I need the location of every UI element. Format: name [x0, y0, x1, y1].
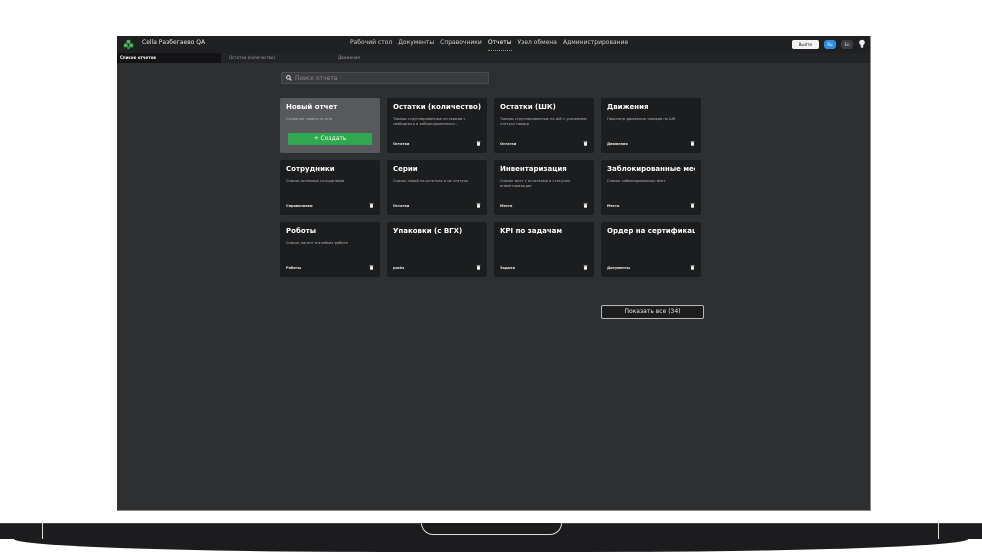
card-tag: Документы: [607, 265, 631, 270]
nav-item-reports[interactable]: Отчеты: [487, 39, 512, 51]
top-right-controls: Выйти Ru En: [791, 39, 866, 49]
card-title: Серии: [393, 165, 418, 173]
top-navigation-bar: Cella Разбегаево QA Рабочий стол Докумен…: [117, 36, 870, 53]
laptop-stage: Cella Разбегаево QA Рабочий стол Докумен…: [0, 0, 982, 552]
card-footer: Задачи: [500, 265, 588, 270]
card-title: KPI по задачам: [500, 227, 563, 235]
trash-icon[interactable]: [476, 203, 481, 208]
app-window: Cella Разбегаево QA Рабочий стол Докумен…: [117, 36, 871, 511]
tab-movements[interactable]: Движения: [335, 53, 395, 63]
card-tag: packs: [393, 265, 405, 270]
create-report-button[interactable]: + Создать: [288, 133, 372, 145]
card-footer: Справочники: [286, 203, 374, 208]
trash-icon[interactable]: [583, 203, 588, 208]
trash-icon[interactable]: [476, 141, 481, 146]
main-menu: Рабочий стол Документы Справочники Отчет…: [350, 39, 628, 51]
tab-stock-quantity[interactable]: Остатки (количество): [226, 53, 321, 63]
trash-icon[interactable]: [690, 141, 695, 146]
report-card[interactable]: Остатки (ШК) Товары сгруппированные по Ш…: [494, 98, 594, 153]
card-tag: Задачи: [500, 265, 515, 270]
report-card[interactable]: Серии Список серий на остатках и их стат…: [387, 160, 487, 215]
card-title: Заблокированные мест: [607, 165, 695, 173]
report-card[interactable]: Инвентаризация Список мест с остатками и…: [494, 160, 594, 215]
card-footer: Места: [500, 203, 588, 208]
card-description: Товары сгруппированные по сериям с свобо…: [393, 117, 466, 126]
nav-item-references[interactable]: Справочники: [440, 39, 482, 46]
report-tabs: Список отчетов Остатки (количество) Движ…: [117, 53, 870, 63]
laptop-base-lip: [14, 539, 968, 552]
card-description: Список активных сотрудников: [286, 179, 345, 183]
trash-icon[interactable]: [690, 203, 695, 208]
card-footer: Движения: [607, 141, 695, 146]
nav-item-exchange-node[interactable]: Узел обмена: [518, 39, 557, 46]
card-description: Список заблокированных мест: [607, 179, 666, 183]
report-cards-grid: Новый отчет Создание нового отчета + Соз…: [280, 98, 704, 277]
card-tag: Места: [500, 203, 513, 208]
card-tag: Остатки: [393, 203, 410, 208]
card-footer: Документы: [607, 265, 695, 270]
language-ru-button[interactable]: Ru: [824, 39, 836, 49]
card-tag: Места: [607, 203, 620, 208]
laptop-hinge-left: [42, 523, 43, 539]
report-card[interactable]: Остатки (количество) Товары сгруппирован…: [387, 98, 487, 153]
report-card[interactable]: Движения Просмотр движения товаров по ШК…: [601, 98, 701, 153]
new-report-card: Новый отчет Создание нового отчета + Соз…: [280, 98, 380, 153]
card-footer: Остатки: [393, 141, 481, 146]
card-footer: Места: [607, 203, 695, 208]
show-all-button[interactable]: Показать все (34): [601, 305, 704, 319]
laptop-hinge-right: [938, 523, 939, 539]
card-title: Инвентаризация: [500, 165, 567, 173]
report-card[interactable]: Сотрудники Список активных сотрудников С…: [280, 160, 380, 215]
logout-button[interactable]: Выйти: [791, 39, 819, 49]
report-card[interactable]: Ордер на сертификацию Документы: [601, 222, 701, 277]
language-en-button[interactable]: En: [841, 39, 853, 49]
cella-logo-icon: [123, 39, 134, 50]
lightbulb-icon[interactable]: [858, 39, 866, 49]
nav-item-administration[interactable]: Администрирование: [563, 39, 628, 46]
search-icon: [286, 75, 292, 81]
card-footer: Остатки: [500, 141, 588, 146]
card-tag: Справочники: [286, 203, 313, 208]
card-title: Сотрудники: [286, 165, 335, 173]
nav-item-documents[interactable]: Документы: [398, 39, 434, 46]
report-card[interactable]: Упаковки (с ВГХ) packs: [387, 222, 487, 277]
nav-item-desktop[interactable]: Рабочий стол: [350, 39, 392, 46]
card-tag: Роботы: [286, 265, 302, 270]
card-title: Новый отчет: [286, 103, 338, 111]
tab-report-list[interactable]: Список отчетов: [117, 53, 221, 63]
card-title: Упаковки (с ВГХ): [393, 227, 463, 235]
report-card[interactable]: Роботы Список нагент в ячейках роботе Ро…: [280, 222, 380, 277]
trash-icon[interactable]: [583, 141, 588, 146]
trash-icon[interactable]: [476, 265, 481, 270]
card-title: Роботы: [286, 227, 317, 235]
card-tag: Остатки: [500, 141, 517, 146]
card-description: Список нагент в ячейках роботе: [286, 241, 348, 245]
card-title: Ордер на сертификацию: [607, 227, 695, 235]
card-title: Остатки (ШК): [500, 103, 556, 111]
card-footer: packs: [393, 265, 481, 270]
trash-icon[interactable]: [583, 265, 588, 270]
card-description: Список мест с остатками и статусом инвен…: [500, 179, 570, 188]
card-description: Создание нового отчета: [286, 117, 333, 121]
card-title: Движения: [607, 103, 649, 111]
card-tag: Движения: [607, 141, 628, 146]
trash-icon[interactable]: [369, 265, 374, 270]
search-input[interactable]: [295, 74, 475, 82]
trash-icon[interactable]: [369, 203, 374, 208]
trash-icon[interactable]: [690, 265, 695, 270]
card-footer: Роботы: [286, 265, 374, 270]
report-card[interactable]: Заблокированные мест Список заблокирован…: [601, 160, 701, 215]
card-footer: Остатки: [393, 203, 481, 208]
laptop-notch: [421, 523, 562, 535]
card-tag: Остатки: [393, 141, 410, 146]
card-title: Остатки (количество): [393, 103, 481, 111]
card-description: Просмотр движения товаров по ШК: [607, 117, 676, 121]
search-box[interactable]: [281, 72, 489, 84]
app-title: Cella Разбегаево QA: [142, 39, 206, 46]
report-card[interactable]: KPI по задачам Задачи: [494, 222, 594, 277]
card-description: Товары сгруппированные по ШК с указанием…: [500, 117, 587, 126]
card-description: Список серий на остатках и их статусы: [393, 179, 469, 183]
